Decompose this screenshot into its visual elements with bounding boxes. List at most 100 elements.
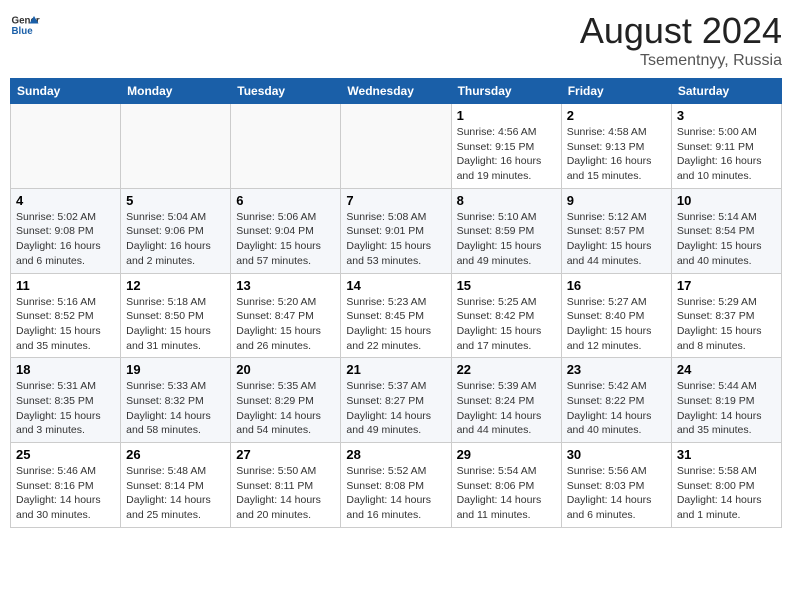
day-number: 9 — [567, 193, 666, 208]
day-number: 16 — [567, 278, 666, 293]
calendar-cell: 9 Sunrise: 5:12 AM Sunset: 8:57 PM Daylig… — [561, 188, 671, 273]
day-info: Sunrise: 5:23 AM Sunset: 8:45 PM Dayligh… — [346, 295, 445, 354]
day-info: Sunrise: 5:46 AM Sunset: 8:16 PM Dayligh… — [16, 464, 115, 523]
day-number: 21 — [346, 362, 445, 377]
day-number: 6 — [236, 193, 335, 208]
day-info: Sunrise: 5:39 AM Sunset: 8:24 PM Dayligh… — [457, 379, 556, 438]
calendar-cell: 31 Sunrise: 5:58 AM Sunset: 8:00 PM Dayli… — [671, 443, 781, 528]
day-info: Sunrise: 5:48 AM Sunset: 8:14 PM Dayligh… — [126, 464, 225, 523]
day-number: 27 — [236, 447, 335, 462]
calendar-cell — [231, 104, 341, 189]
svg-text:Blue: Blue — [12, 26, 34, 37]
day-info: Sunrise: 4:58 AM Sunset: 9:13 PM Dayligh… — [567, 125, 666, 184]
calendar-cell: 17 Sunrise: 5:29 AM Sunset: 8:37 PM Dayli… — [671, 273, 781, 358]
day-number: 26 — [126, 447, 225, 462]
calendar-table: SundayMondayTuesdayWednesdayThursdayFrid… — [10, 78, 782, 528]
day-number: 14 — [346, 278, 445, 293]
day-info: Sunrise: 5:44 AM Sunset: 8:19 PM Dayligh… — [677, 379, 776, 438]
day-info: Sunrise: 5:27 AM Sunset: 8:40 PM Dayligh… — [567, 295, 666, 354]
day-info: Sunrise: 5:54 AM Sunset: 8:06 PM Dayligh… — [457, 464, 556, 523]
day-number: 8 — [457, 193, 556, 208]
day-number: 20 — [236, 362, 335, 377]
day-number: 2 — [567, 108, 666, 123]
weekday-header-wednesday: Wednesday — [341, 79, 451, 104]
day-info: Sunrise: 5:14 AM Sunset: 8:54 PM Dayligh… — [677, 210, 776, 269]
day-info: Sunrise: 5:00 AM Sunset: 9:11 PM Dayligh… — [677, 125, 776, 184]
day-info: Sunrise: 5:04 AM Sunset: 9:06 PM Dayligh… — [126, 210, 225, 269]
calendar-cell: 22Sunrise: 5:39 AM Sunset: 8:24 PM Dayli… — [451, 358, 561, 443]
day-number: 30 — [567, 447, 666, 462]
calendar-cell: 6 Sunrise: 5:06 AM Sunset: 9:04 PM Daylig… — [231, 188, 341, 273]
week-row-3: 11Sunrise: 5:16 AM Sunset: 8:52 PM Dayli… — [11, 273, 782, 358]
calendar-cell: 5 Sunrise: 5:04 AM Sunset: 9:06 PM Daylig… — [121, 188, 231, 273]
day-info: Sunrise: 5:02 AM Sunset: 9:08 PM Dayligh… — [16, 210, 115, 269]
calendar-cell: 4Sunrise: 5:02 AM Sunset: 9:08 PM Daylig… — [11, 188, 121, 273]
day-number: 17 — [677, 278, 776, 293]
day-number: 29 — [457, 447, 556, 462]
week-row-4: 18 Sunrise: 5:31 AM Sunset: 8:35 PM Dayli… — [11, 358, 782, 443]
calendar-cell — [11, 104, 121, 189]
calendar-cell: 11Sunrise: 5:16 AM Sunset: 8:52 PM Dayli… — [11, 273, 121, 358]
calendar-cell: 19Sunrise: 5:33 AM Sunset: 8:32 PM Dayli… — [121, 358, 231, 443]
week-row-2: 4Sunrise: 5:02 AM Sunset: 9:08 PM Daylig… — [11, 188, 782, 273]
title-block: August 2024 Tsementnyy, Russia — [580, 10, 782, 70]
day-number: 23 — [567, 362, 666, 377]
calendar-cell: 28 Sunrise: 5:52 AM Sunset: 8:08 PM Dayli… — [341, 443, 451, 528]
day-number: 15 — [457, 278, 556, 293]
calendar-cell: 18 Sunrise: 5:31 AM Sunset: 8:35 PM Dayli… — [11, 358, 121, 443]
day-number: 3 — [677, 108, 776, 123]
day-info: Sunrise: 5:20 AM Sunset: 8:47 PM Dayligh… — [236, 295, 335, 354]
calendar-cell: 20 Sunrise: 5:35 AM Sunset: 8:29 PM Dayli… — [231, 358, 341, 443]
calendar-cell: 23Sunrise: 5:42 AM Sunset: 8:22 PM Dayli… — [561, 358, 671, 443]
day-number: 25 — [16, 447, 115, 462]
calendar-cell: 26 Sunrise: 5:48 AM Sunset: 8:14 PM Dayli… — [121, 443, 231, 528]
calendar-cell: 16 Sunrise: 5:27 AM Sunset: 8:40 PM Dayli… — [561, 273, 671, 358]
logo: General Blue — [10, 10, 40, 40]
calendar-cell — [121, 104, 231, 189]
calendar-cell: 27 Sunrise: 5:50 AM Sunset: 8:11 PM Dayli… — [231, 443, 341, 528]
day-info: Sunrise: 5:18 AM Sunset: 8:50 PM Dayligh… — [126, 295, 225, 354]
day-number: 1 — [457, 108, 556, 123]
weekday-header-tuesday: Tuesday — [231, 79, 341, 104]
day-number: 28 — [346, 447, 445, 462]
day-info: Sunrise: 5:56 AM Sunset: 8:03 PM Dayligh… — [567, 464, 666, 523]
day-info: Sunrise: 5:37 AM Sunset: 8:27 PM Dayligh… — [346, 379, 445, 438]
weekday-header-friday: Friday — [561, 79, 671, 104]
day-info: Sunrise: 4:56 AM Sunset: 9:15 PM Dayligh… — [457, 125, 556, 184]
day-info: Sunrise: 5:12 AM Sunset: 8:57 PM Dayligh… — [567, 210, 666, 269]
day-info: Sunrise: 5:25 AM Sunset: 8:42 PM Dayligh… — [457, 295, 556, 354]
calendar-cell: 24Sunrise: 5:44 AM Sunset: 8:19 PM Dayli… — [671, 358, 781, 443]
weekday-header-thursday: Thursday — [451, 79, 561, 104]
day-info: Sunrise: 5:33 AM Sunset: 8:32 PM Dayligh… — [126, 379, 225, 438]
day-number: 5 — [126, 193, 225, 208]
calendar-cell — [341, 104, 451, 189]
day-number: 18 — [16, 362, 115, 377]
day-number: 11 — [16, 278, 115, 293]
day-info: Sunrise: 5:52 AM Sunset: 8:08 PM Dayligh… — [346, 464, 445, 523]
logo-icon: General Blue — [10, 10, 40, 40]
day-info: Sunrise: 5:06 AM Sunset: 9:04 PM Dayligh… — [236, 210, 335, 269]
calendar-cell: 1 Sunrise: 4:56 AM Sunset: 9:15 PM Daylig… — [451, 104, 561, 189]
day-info: Sunrise: 5:35 AM Sunset: 8:29 PM Dayligh… — [236, 379, 335, 438]
location-title: Tsementnyy, Russia — [580, 52, 782, 70]
calendar-cell: 13 Sunrise: 5:20 AM Sunset: 8:47 PM Dayli… — [231, 273, 341, 358]
weekday-header-saturday: Saturday — [671, 79, 781, 104]
calendar-cell: 14 Sunrise: 5:23 AM Sunset: 8:45 PM Dayli… — [341, 273, 451, 358]
day-info: Sunrise: 5:10 AM Sunset: 8:59 PM Dayligh… — [457, 210, 556, 269]
calendar-cell: 7Sunrise: 5:08 AM Sunset: 9:01 PM Daylig… — [341, 188, 451, 273]
page-header: General Blue August 2024 Tsementnyy, Rus… — [10, 10, 782, 70]
day-info: Sunrise: 5:29 AM Sunset: 8:37 PM Dayligh… — [677, 295, 776, 354]
week-row-1: 1 Sunrise: 4:56 AM Sunset: 9:15 PM Daylig… — [11, 104, 782, 189]
calendar-cell: 30 Sunrise: 5:56 AM Sunset: 8:03 PM Dayli… — [561, 443, 671, 528]
day-number: 7 — [346, 193, 445, 208]
day-info: Sunrise: 5:31 AM Sunset: 8:35 PM Dayligh… — [16, 379, 115, 438]
day-number: 13 — [236, 278, 335, 293]
day-number: 31 — [677, 447, 776, 462]
calendar-cell: 21 Sunrise: 5:37 AM Sunset: 8:27 PM Dayli… — [341, 358, 451, 443]
calendar-cell: 15 Sunrise: 5:25 AM Sunset: 8:42 PM Dayli… — [451, 273, 561, 358]
day-info: Sunrise: 5:50 AM Sunset: 8:11 PM Dayligh… — [236, 464, 335, 523]
calendar-cell: 8 Sunrise: 5:10 AM Sunset: 8:59 PM Daylig… — [451, 188, 561, 273]
day-number: 10 — [677, 193, 776, 208]
calendar-cell: 3 Sunrise: 5:00 AM Sunset: 9:11 PM Daylig… — [671, 104, 781, 189]
day-info: Sunrise: 5:58 AM Sunset: 8:00 PM Dayligh… — [677, 464, 776, 523]
